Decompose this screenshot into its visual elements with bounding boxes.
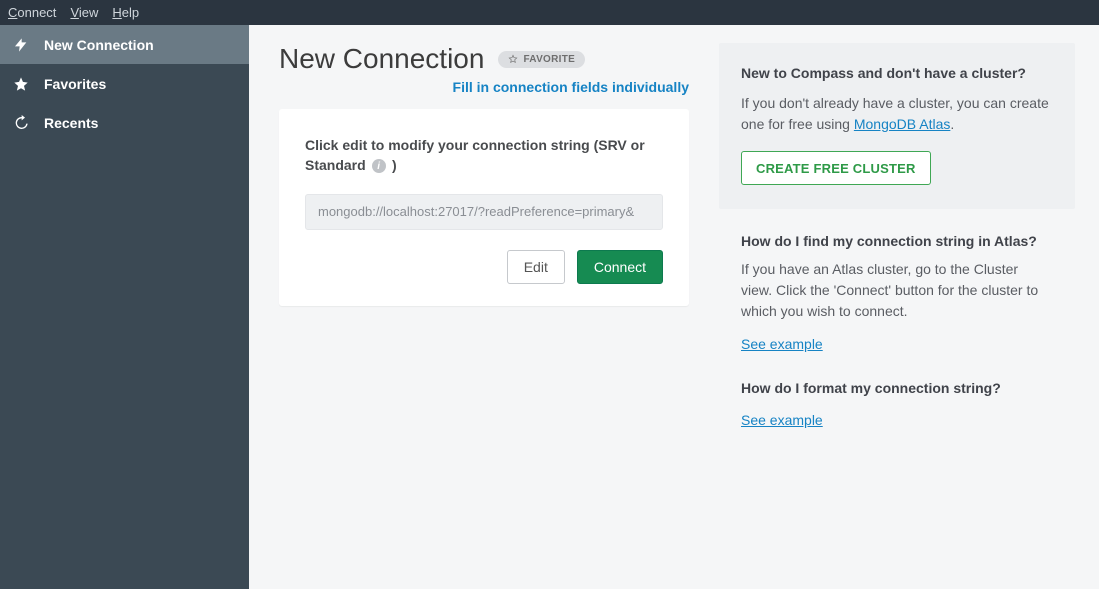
info-icon[interactable]: i — [372, 159, 386, 173]
sidebar-item-favorites[interactable]: Favorites — [0, 64, 249, 103]
favorite-button[interactable]: FAVORITE — [498, 51, 585, 68]
bolt-icon — [12, 36, 30, 54]
mongodb-atlas-link[interactable]: MongoDB Atlas — [854, 116, 951, 132]
connection-card: Click edit to modify your connection str… — [279, 109, 689, 306]
help-format-string: How do I format my connection string? Se… — [719, 370, 1075, 440]
help-find-string: How do I find my connection string in At… — [719, 223, 1075, 364]
sidebar-item-label: Recents — [44, 115, 98, 131]
menu-view[interactable]: View — [70, 5, 98, 20]
history-icon — [12, 114, 30, 132]
help-text: If you have an Atlas cluster, go to the … — [741, 259, 1053, 322]
see-example-link[interactable]: See example — [741, 336, 823, 352]
sidebar-item-recents[interactable]: Recents — [0, 103, 249, 142]
help-heading: New to Compass and don't have a cluster? — [741, 65, 1053, 81]
favorite-label: FAVORITE — [523, 54, 575, 65]
sidebar-item-new-connection[interactable]: New Connection — [0, 25, 249, 64]
connection-string-label: Click edit to modify your connection str… — [305, 137, 645, 173]
help-text: If you don't already have a cluster, you… — [741, 93, 1053, 135]
sidebar: New Connection Favorites Recents — [0, 25, 249, 589]
help-heading: How do I format my connection string? — [741, 380, 1053, 396]
sidebar-item-label: Favorites — [44, 76, 106, 92]
menu-connect[interactable]: Connect — [8, 5, 56, 20]
connection-string-input[interactable] — [305, 194, 663, 230]
help-heading: How do I find my connection string in At… — [741, 233, 1053, 249]
connect-button[interactable]: Connect — [577, 250, 663, 284]
menu-help[interactable]: Help — [112, 5, 139, 20]
fill-fields-link[interactable]: Fill in connection fields individually — [453, 79, 689, 95]
star-icon — [12, 75, 30, 93]
page-title: New Connection — [279, 43, 484, 75]
help-new-cluster-box: New to Compass and don't have a cluster?… — [719, 43, 1075, 209]
sidebar-item-label: New Connection — [44, 37, 154, 53]
create-free-cluster-button[interactable]: CREATE FREE CLUSTER — [741, 151, 931, 185]
menu-bar: Connect View Help — [0, 0, 1099, 25]
edit-button[interactable]: Edit — [507, 250, 565, 284]
label-close-paren: ) — [392, 157, 397, 173]
star-outline-icon — [508, 54, 518, 64]
see-example-link[interactable]: See example — [741, 412, 823, 428]
content-area: New Connection FAVORITE Fill in connecti… — [249, 25, 1099, 589]
